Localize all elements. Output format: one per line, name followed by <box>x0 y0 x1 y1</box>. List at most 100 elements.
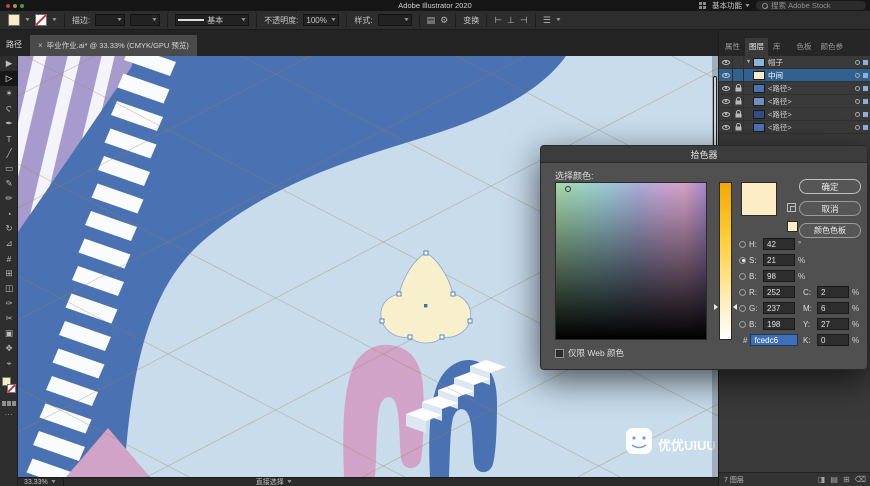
direct-selection-tool[interactable]: ▷ <box>0 71 18 86</box>
layer-thumbnail[interactable] <box>753 57 765 67</box>
artboard-tool[interactable]: ▣ <box>0 326 18 341</box>
color-field-marker[interactable] <box>565 186 571 192</box>
hand-tool[interactable]: ✥ <box>0 341 18 356</box>
cyan-input[interactable]: 2 <box>817 286 849 298</box>
lock-icon[interactable] <box>733 82 744 94</box>
slider-marker-left[interactable] <box>714 304 718 310</box>
checkbox-icon[interactable] <box>555 348 564 358</box>
variable-width-select[interactable]: ▼ <box>130 14 161 26</box>
layer-row[interactable]: ▼ 帽子 <box>719 56 870 69</box>
chevron-down-icon[interactable]: ▼ <box>50 479 57 485</box>
visibility-eye-icon[interactable] <box>719 56 733 68</box>
pen-tool[interactable]: ✒ <box>0 116 18 131</box>
document-setup-icon[interactable]: ▤ <box>427 15 436 26</box>
stroke-indicator[interactable] <box>7 384 16 393</box>
magenta-input[interactable]: 6 <box>817 302 849 314</box>
scissors-tool[interactable]: ✂ <box>0 311 18 326</box>
chevron-down-icon[interactable]: ▼ <box>51 17 58 23</box>
target-circle-icon[interactable] <box>855 111 860 117</box>
align-center-icon[interactable]: ⊥ <box>507 15 515 26</box>
web-colors-only-checkbox[interactable]: 仅限 Web 颜色 <box>555 347 624 359</box>
layer-name[interactable]: <路径> <box>768 122 855 133</box>
selection-color-chip[interactable] <box>863 98 868 104</box>
red-radio[interactable] <box>739 288 746 296</box>
chevron-down-icon[interactable]: ▼ <box>555 17 562 23</box>
tab-properties[interactable]: 属性 <box>721 38 744 56</box>
lasso-tool[interactable]: Ϛ <box>0 101 18 116</box>
align-right-icon[interactable]: ⊣ <box>520 15 528 26</box>
target-circle-icon[interactable] <box>855 59 860 65</box>
line-segment-tool[interactable]: ╱ <box>0 146 18 161</box>
layer-name[interactable]: 帽子 <box>768 57 855 68</box>
hue-radio[interactable] <box>739 240 746 248</box>
target-circle-icon[interactable] <box>855 98 860 104</box>
layer-thumbnail[interactable] <box>753 70 765 80</box>
delete-layer-icon[interactable]: ⌫ <box>855 475 866 484</box>
selection-color-chip[interactable] <box>863 124 868 130</box>
selection-tool[interactable]: ▶ <box>0 56 18 71</box>
zoom-tool[interactable]: ⌖ <box>0 356 18 371</box>
lock-icon[interactable] <box>733 108 744 120</box>
visibility-eye-icon[interactable] <box>719 69 733 81</box>
hue-input[interactable]: 42 <box>763 238 795 250</box>
mesh-tool[interactable]: ⊞ <box>0 266 18 281</box>
color-slider[interactable] <box>714 182 737 340</box>
preferences-icon[interactable]: ⚙ <box>440 15 448 26</box>
visibility-eye-icon[interactable] <box>719 95 733 107</box>
layer-name[interactable]: <路径> <box>768 83 855 94</box>
hex-input[interactable]: fcedc6 <box>750 334 799 346</box>
dialog-title[interactable]: 拾色器 <box>541 146 867 163</box>
saturation-input[interactable]: 21 <box>763 254 795 266</box>
new-layer-icon[interactable]: ⊞ <box>843 475 850 484</box>
shaper-tool[interactable]: ◔ <box>0 206 18 221</box>
color-swatches-button[interactable]: 颜色色板 <box>799 223 861 238</box>
tab-libraries[interactable]: 库 <box>769 38 785 56</box>
yellow-input[interactable]: 27 <box>817 318 849 330</box>
app-switcher-icon[interactable] <box>699 2 707 9</box>
drawing-modes[interactable] <box>0 401 17 406</box>
style-select[interactable]: ▼ <box>377 14 412 26</box>
toolbar-more-icon[interactable]: ⋯ <box>0 410 17 419</box>
rectangle-tool[interactable]: ▭ <box>0 161 18 176</box>
slider-marker-right[interactable] <box>733 304 737 310</box>
layer-name[interactable]: 中间 <box>768 70 855 81</box>
selection-color-chip[interactable] <box>863 72 868 78</box>
expand-caret-icon[interactable]: ▼ <box>744 59 753 65</box>
chevron-down-icon[interactable]: ▼ <box>24 17 31 23</box>
green-radio[interactable] <box>739 304 746 312</box>
layer-row[interactable]: 中间 <box>719 69 870 82</box>
layer-thumbnail[interactable] <box>753 83 765 93</box>
blue-radio[interactable] <box>739 320 746 328</box>
selection-color-chip[interactable] <box>863 85 868 91</box>
brightness-input[interactable]: 98 <box>763 270 795 282</box>
selection-color-chip[interactable] <box>863 111 868 117</box>
layer-row[interactable]: <路径> <box>719 95 870 108</box>
layer-thumbnail[interactable] <box>753 109 765 119</box>
selection-color-chip[interactable] <box>863 59 868 65</box>
menu-icon[interactable]: ☰ <box>543 15 551 26</box>
pencil-tool[interactable]: ✏ <box>0 191 18 206</box>
search-input[interactable]: 搜索 Adobe Stock <box>756 1 866 10</box>
layer-thumbnail[interactable] <box>753 122 765 132</box>
web-color-chip[interactable] <box>787 221 798 232</box>
align-left-icon[interactable]: ⊢ <box>494 15 502 26</box>
new-sublayer-icon[interactable]: ▤ <box>830 475 838 484</box>
opacity-select[interactable]: 100% ▼ <box>303 14 340 26</box>
red-input[interactable]: 252 <box>763 286 795 298</box>
tab-swatches[interactable]: 色板 <box>793 38 816 56</box>
visibility-eye-icon[interactable] <box>719 108 733 120</box>
gradient-tool[interactable]: ◫ <box>0 281 18 296</box>
stroke-color-swatch[interactable] <box>34 14 47 26</box>
lock-column[interactable] <box>733 56 744 68</box>
green-input[interactable]: 237 <box>763 302 795 314</box>
layer-row[interactable]: <路径> <box>719 82 870 95</box>
target-circle-icon[interactable] <box>855 72 860 78</box>
visibility-eye-icon[interactable] <box>719 82 733 94</box>
brightness-radio[interactable] <box>739 272 746 280</box>
target-circle-icon[interactable] <box>855 85 860 91</box>
fill-stroke-widget[interactable] <box>0 375 18 397</box>
clipping-mask-icon[interactable]: ◨ <box>818 475 826 484</box>
lock-column[interactable] <box>733 69 744 81</box>
target-circle-icon[interactable] <box>855 124 860 130</box>
layer-row[interactable]: <路径> <box>719 121 870 134</box>
